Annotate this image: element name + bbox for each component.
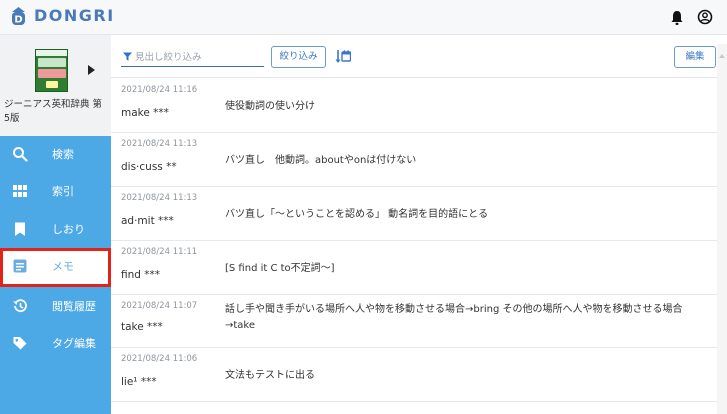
filter-icon bbox=[123, 52, 132, 61]
edit-button[interactable]: 編集 bbox=[674, 46, 716, 68]
headword-filter-input[interactable] bbox=[135, 49, 262, 65]
filter-button[interactable]: 絞り込み bbox=[271, 46, 326, 68]
memo-text: [S find it C to不定詞～] bbox=[225, 263, 335, 274]
history-icon bbox=[13, 299, 27, 313]
sidebar-item-label: メモ bbox=[52, 260, 74, 273]
memo-text: 使役動詞の使い分け bbox=[225, 101, 315, 112]
memo-timestamp: 2021/08/24 11:06 bbox=[121, 354, 198, 364]
sidebar-item-history[interactable]: 閲覧履歴 bbox=[0, 288, 111, 325]
sidebar-item-index[interactable]: 索引 bbox=[0, 173, 111, 210]
memo-row[interactable]: 2021/08/24 11:13 ad·mit *** バツ直し「～ということを… bbox=[111, 187, 717, 241]
memo-timestamp: 2021/08/24 11:11 bbox=[121, 247, 198, 257]
memo-row[interactable]: 2021/08/24 11:13 dis·cuss ** バツ直し 他動詞。ab… bbox=[111, 133, 717, 187]
sidebar-item-tag-edit[interactable]: タグ編集 bbox=[0, 325, 111, 362]
app-logo-text: DONGRI bbox=[34, 6, 115, 25]
app-header: D DONGRI bbox=[0, 0, 727, 35]
sidebar: ジーニアス英和辞典 第5版 検索 索引 しおり メモ 閲覧履歴 タグ編集 bbox=[0, 35, 111, 414]
memo-headword: lie¹ *** bbox=[121, 376, 157, 388]
memo-list-scrollbar[interactable] bbox=[717, 44, 727, 414]
memo-text: 話し手や聞き手がいる場所へ人や物を移動させる場合→bring その他の場所へ人や… bbox=[225, 304, 683, 331]
memo-row[interactable]: 2021/08/24 11:11 find *** [S find it C t… bbox=[111, 241, 717, 295]
headword-filter bbox=[121, 49, 264, 67]
memo-headword: ad·mit *** bbox=[121, 215, 174, 227]
sidebar-item-label: 閲覧履歴 bbox=[52, 300, 96, 313]
memo-headword: dis·cuss ** bbox=[121, 161, 177, 173]
scroll-up-arrow-icon[interactable] bbox=[719, 54, 725, 58]
memo-toolbar: 絞り込み 編集 bbox=[111, 35, 727, 78]
memo-icon bbox=[13, 259, 27, 273]
book-cover-image[interactable] bbox=[35, 49, 68, 92]
bell-icon[interactable] bbox=[670, 10, 684, 26]
tag-icon bbox=[13, 337, 27, 350]
account-icon[interactable] bbox=[697, 9, 713, 25]
memo-row[interactable]: 2021/08/24 11:16 make *** 使役動詞の使い分け bbox=[111, 79, 717, 133]
bookmark-icon bbox=[15, 222, 25, 236]
sort-calendar-icon[interactable] bbox=[335, 48, 351, 65]
svg-text:D: D bbox=[14, 15, 22, 26]
memo-headword: take *** bbox=[121, 321, 163, 333]
sidebar-item-search[interactable]: 検索 bbox=[0, 136, 111, 173]
memo-text: 文法もテストに出る bbox=[225, 370, 315, 381]
search-icon bbox=[13, 147, 28, 162]
memo-panel: 絞り込み 編集 2021/08/24 11:16 make *** 使役動詞の使… bbox=[111, 35, 727, 414]
book-title: ジーニアス英和辞典 第5版 bbox=[4, 99, 103, 124]
memo-row[interactable]: 2021/08/24 11:07 take *** 話し手や聞き手がいる場所へ人… bbox=[111, 295, 717, 348]
sidebar-item-label: しおり bbox=[52, 223, 85, 236]
memo-text: バツ直し 他動詞。aboutやonは付けない bbox=[225, 155, 417, 166]
d-logo-icon: D bbox=[12, 7, 25, 26]
memo-headword: make *** bbox=[121, 107, 169, 119]
memo-timestamp: 2021/08/24 11:07 bbox=[121, 301, 198, 311]
memo-list: 2021/08/24 11:16 make *** 使役動詞の使い分け 2021… bbox=[111, 79, 717, 414]
memo-headword: find *** bbox=[121, 269, 161, 281]
memo-row[interactable]: 2021/08/24 11:06 lie¹ *** 文法もテストに出る bbox=[111, 348, 717, 402]
sidebar-item-bookmarks[interactable]: しおり bbox=[0, 211, 111, 248]
sidebar-nav: 検索 索引 しおり メモ 閲覧履歴 タグ編集 bbox=[0, 136, 111, 414]
sidebar-item-label: タグ編集 bbox=[52, 337, 96, 350]
sidebar-item-memo[interactable]: メモ bbox=[0, 248, 111, 287]
memo-text: バツ直し「～ということを認める」 動名詞を目的語にとる bbox=[225, 209, 489, 220]
sidebar-item-label: 索引 bbox=[52, 185, 74, 198]
grid-icon bbox=[13, 185, 27, 197]
book-panel: ジーニアス英和辞典 第5版 bbox=[0, 35, 111, 136]
app-logo[interactable]: D DONGRI bbox=[9, 5, 115, 26]
sidebar-item-label: 検索 bbox=[52, 148, 74, 161]
memo-timestamp: 2021/08/24 11:13 bbox=[121, 139, 198, 149]
play-arrow-icon[interactable] bbox=[88, 65, 95, 75]
memo-timestamp: 2021/08/24 11:13 bbox=[121, 193, 198, 203]
memo-timestamp: 2021/08/24 11:16 bbox=[121, 85, 198, 95]
